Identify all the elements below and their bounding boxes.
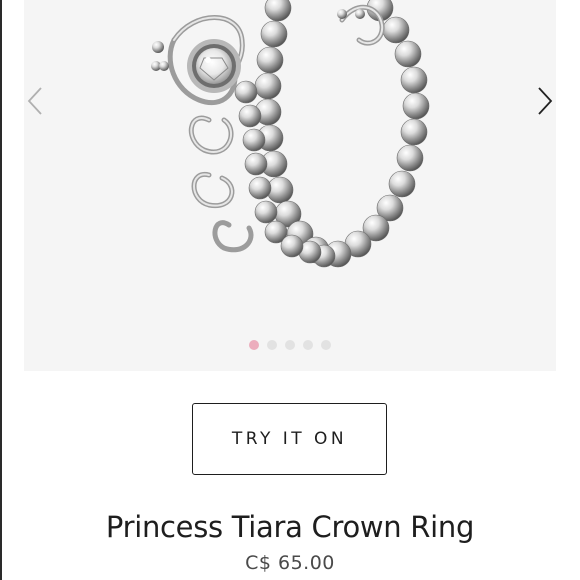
next-image-button[interactable] (528, 84, 556, 118)
try-it-on-button[interactable]: TRY IT ON (192, 403, 387, 475)
carousel-dot[interactable] (303, 340, 313, 350)
chevron-right-icon (538, 87, 553, 115)
product-image-carousel[interactable] (24, 0, 556, 371)
carousel-dot[interactable] (267, 340, 277, 350)
carousel-dot[interactable] (285, 340, 295, 350)
carousel-dot[interactable] (249, 340, 259, 350)
ring-product-image (151, 0, 430, 268)
carousel-pagination (24, 340, 556, 350)
carousel-dot[interactable] (321, 340, 331, 350)
chevron-left-icon (27, 87, 42, 115)
left-edge-divider (0, 0, 2, 580)
product-price: C$ 65.00 (245, 552, 335, 574)
previous-image-button[interactable] (24, 84, 52, 118)
product-title: Princess Tiara Crown Ring (105, 510, 475, 544)
